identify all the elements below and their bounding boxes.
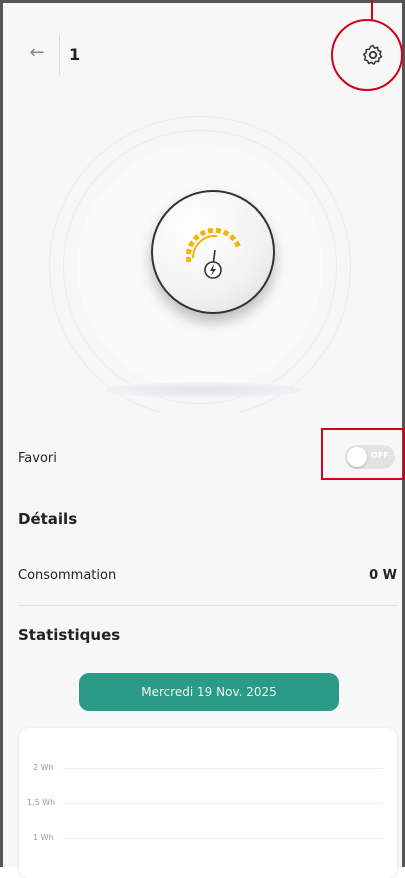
device-shadow [103, 382, 303, 398]
gridline [63, 838, 383, 839]
page-title: 1 [69, 45, 81, 64]
favorite-label: Favori [18, 451, 57, 466]
y-tick-label: 1 Wh [33, 833, 54, 842]
annotation-pointer [371, 0, 373, 20]
annotation-rectangle [321, 428, 405, 480]
gridline [63, 803, 383, 804]
y-tick-label: 1.5 Wh [27, 798, 56, 807]
device-illustration [3, 112, 402, 418]
details-divider [18, 605, 398, 606]
date-selector-button[interactable]: Mercredi 19 Nov. 2025 [79, 673, 339, 711]
power-gauge-icon [185, 227, 242, 279]
smart-plug-image [151, 190, 275, 314]
header-divider [59, 35, 60, 75]
back-button[interactable]: ← [25, 39, 49, 67]
arrow-left-icon: ← [29, 42, 45, 63]
consumption-label: Consommation [18, 568, 117, 583]
statistics-chart: 2 Wh 1.5 Wh 1 Wh [19, 728, 397, 878]
y-tick-label: 2 Wh [33, 763, 54, 772]
annotation-circle [331, 19, 403, 91]
details-heading: Détails [18, 510, 78, 528]
gridline [63, 768, 383, 769]
consumption-value: 0 W [369, 568, 397, 583]
statistics-heading: Statistiques [18, 626, 121, 644]
